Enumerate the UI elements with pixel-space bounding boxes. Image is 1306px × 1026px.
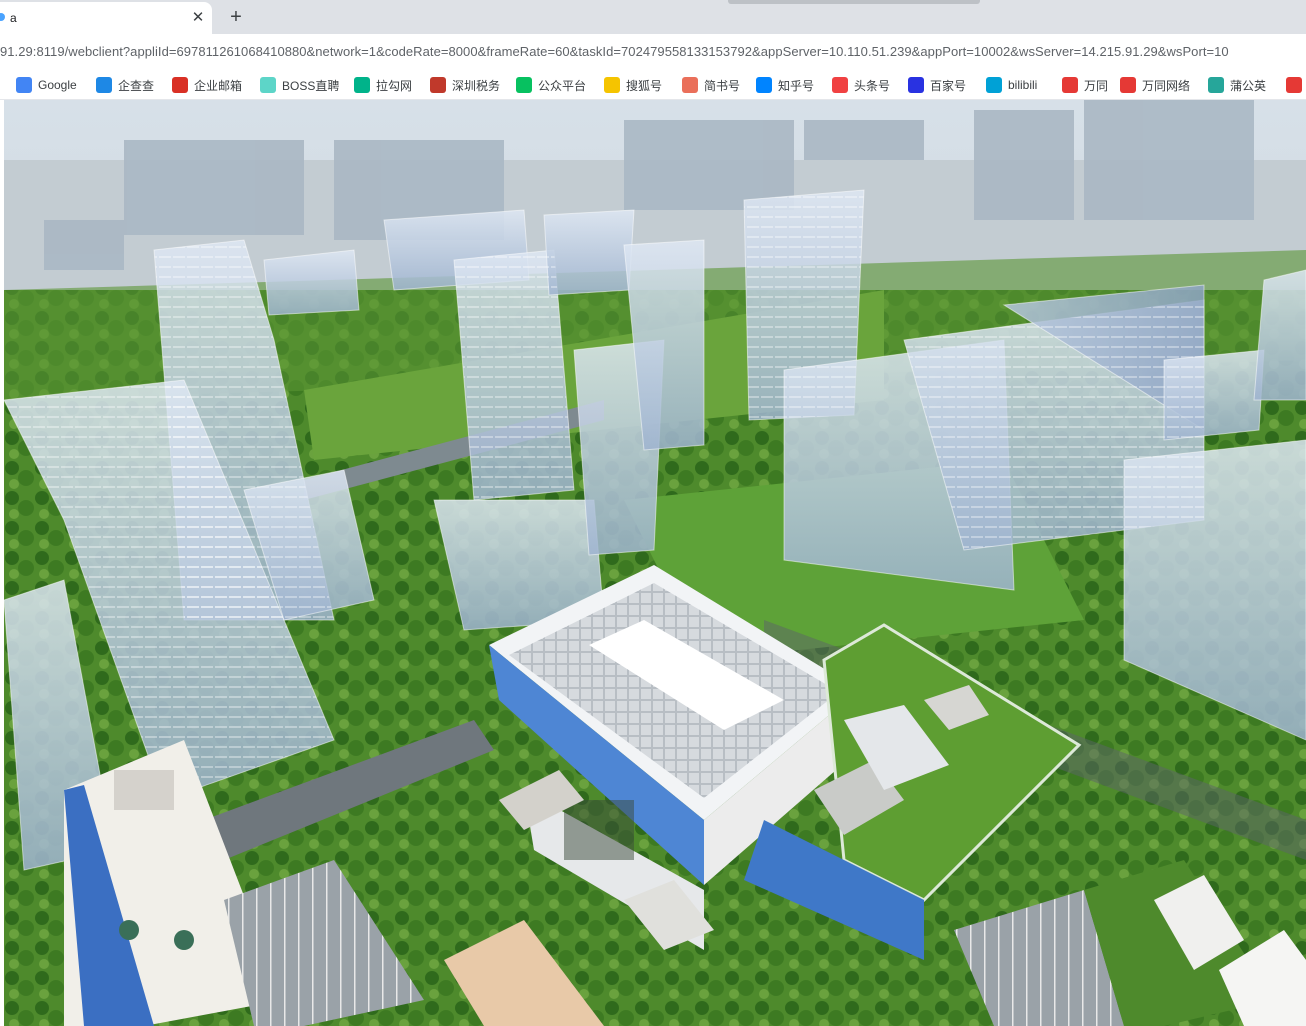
new-tab-button[interactable]: + [224, 5, 248, 29]
qichacha-icon [96, 77, 112, 93]
wantong-network-icon [1120, 77, 1136, 93]
bookmark-label: 公众平台 [538, 78, 587, 93]
bookmark-label: 头条号 [854, 78, 891, 93]
tab-hover-indicator [728, 0, 980, 4]
bookmark-label: bilibili [1008, 78, 1038, 92]
mail-icon [172, 77, 188, 93]
bookmark-wantong[interactable]: 万同 [1062, 75, 1108, 95]
bookmark-jianshu[interactable]: 简书号 [682, 75, 740, 95]
wantong-icon [1062, 77, 1078, 93]
browser-tab[interactable]: a ✕ [0, 2, 212, 34]
city-scene[interactable] [4, 100, 1306, 1026]
bookmark-label: 企业邮箱 [194, 78, 243, 93]
tab-close-icon[interactable]: ✕ [188, 8, 208, 28]
tax-icon [430, 77, 446, 93]
bookmark-qichacha[interactable]: 企查查 [96, 75, 154, 95]
bookmark-overflow-icon[interactable] [1286, 77, 1302, 93]
tab-title: a [10, 11, 17, 25]
bookmark-label: 简书号 [704, 78, 741, 93]
bookmark-zhihu[interactable]: 知乎号 [756, 75, 814, 95]
bookmark-wantong-network[interactable]: 万同网络 [1120, 75, 1190, 95]
wechat-icon [516, 77, 532, 93]
bookmark-label: 深圳税务 [452, 78, 501, 93]
bookmark-label: 万同 [1084, 78, 1109, 93]
bookmark-lagou[interactable]: 拉勾网 [354, 75, 412, 95]
url-text[interactable]: 91.29:8119/webclient?appliId=69781126106… [0, 44, 1229, 59]
zhihu-icon [756, 77, 772, 93]
tab-strip: a ✕ + [0, 0, 1306, 34]
bookmark-baijia[interactable]: 百家号 [908, 75, 966, 95]
baijia-icon [908, 77, 924, 93]
3d-viewport[interactable] [4, 100, 1306, 1026]
bookmark-mail[interactable]: 企业邮箱 [172, 75, 242, 95]
bookmark-label: 拉勾网 [376, 78, 413, 93]
bookmark-pgyer[interactable]: 蒲公英 [1208, 75, 1266, 95]
bookmark-toutiao[interactable]: 头条号 [832, 75, 890, 95]
bookmark-label: 搜狐号 [626, 78, 663, 93]
bookmark-label: 蒲公英 [1230, 78, 1267, 93]
bookmark-tax[interactable]: 深圳税务 [430, 75, 500, 95]
sohu-icon [604, 77, 620, 93]
bookmarks-bar: Google 企查查 企业邮箱 BOSS直聘 拉勾网 深圳税务 公众平台 搜狐号 简书号 知乎号 头… [0, 70, 1306, 100]
bookmark-label: 知乎号 [778, 78, 815, 93]
bookmark-wechat[interactable]: 公众平台 [516, 75, 586, 95]
google-icon [16, 77, 32, 93]
bookmark-label: 百家号 [930, 78, 967, 93]
lagou-icon [354, 77, 370, 93]
bilibili-icon [986, 77, 1002, 93]
bookmark-label: BOSS直聘 [282, 78, 340, 93]
bookmark-label: 万同网络 [1142, 78, 1191, 93]
boss-icon [260, 77, 276, 93]
bookmark-label: Google [38, 78, 77, 92]
bookmark-google[interactable]: Google [16, 75, 77, 95]
tab-favicon-icon [0, 13, 5, 21]
pgyer-icon [1208, 77, 1224, 93]
bookmark-label: 企查查 [118, 78, 155, 93]
bookmark-boss[interactable]: BOSS直聘 [260, 75, 339, 95]
address-bar[interactable]: 91.29:8119/webclient?appliId=69781126106… [0, 34, 1306, 70]
bookmark-sohu[interactable]: 搜狐号 [604, 75, 662, 95]
bookmark-bilibili[interactable]: bilibili [986, 75, 1037, 95]
toutiao-icon [832, 77, 848, 93]
jianshu-icon [682, 77, 698, 93]
